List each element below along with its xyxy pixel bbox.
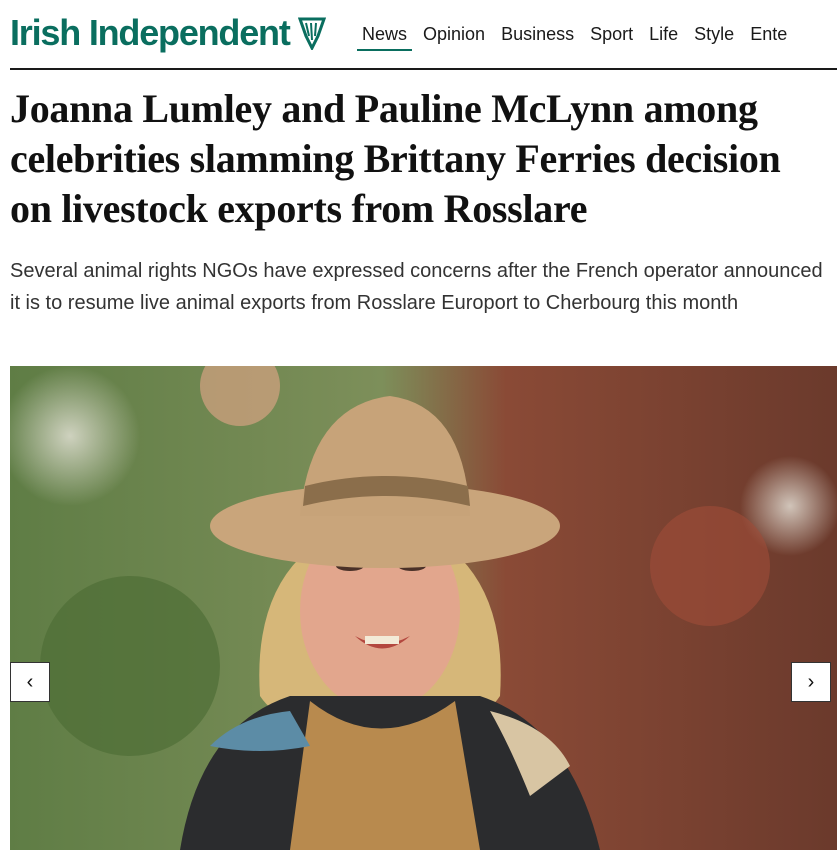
chevron-right-icon: › — [807, 670, 815, 693]
article-headline: Joanna Lumley and Pauline McLynn among c… — [10, 86, 781, 231]
nav-item-sport[interactable]: Sport — [585, 24, 638, 51]
hero-image — [10, 366, 837, 850]
site-header: Irish Independent News Opinion Business … — [10, 0, 837, 70]
nav-item-style[interactable]: Style — [689, 24, 739, 51]
chevron-left-icon: ‹ — [26, 670, 34, 693]
nav-item-opinion[interactable]: Opinion — [418, 24, 490, 51]
gallery-next-button[interactable]: › — [791, 662, 831, 702]
nav-item-business[interactable]: Business — [496, 24, 579, 51]
article-standfirst: Several animal rights NGOs have expresse… — [10, 260, 823, 314]
site-name: Irish Independent — [10, 12, 291, 53]
nav-item-news[interactable]: News — [357, 24, 413, 51]
nav-item-entertainment[interactable]: Ente — [745, 24, 792, 51]
hero-gallery: ‹ › — [10, 366, 837, 850]
harp-icon — [297, 16, 326, 52]
gallery-prev-button[interactable]: ‹ — [10, 662, 50, 702]
main-nav: News Opinion Business Sport Life Style E… — [357, 24, 798, 51]
nav-item-life[interactable]: Life — [644, 24, 683, 51]
site-logo[interactable]: Irish Independent — [10, 12, 326, 54]
